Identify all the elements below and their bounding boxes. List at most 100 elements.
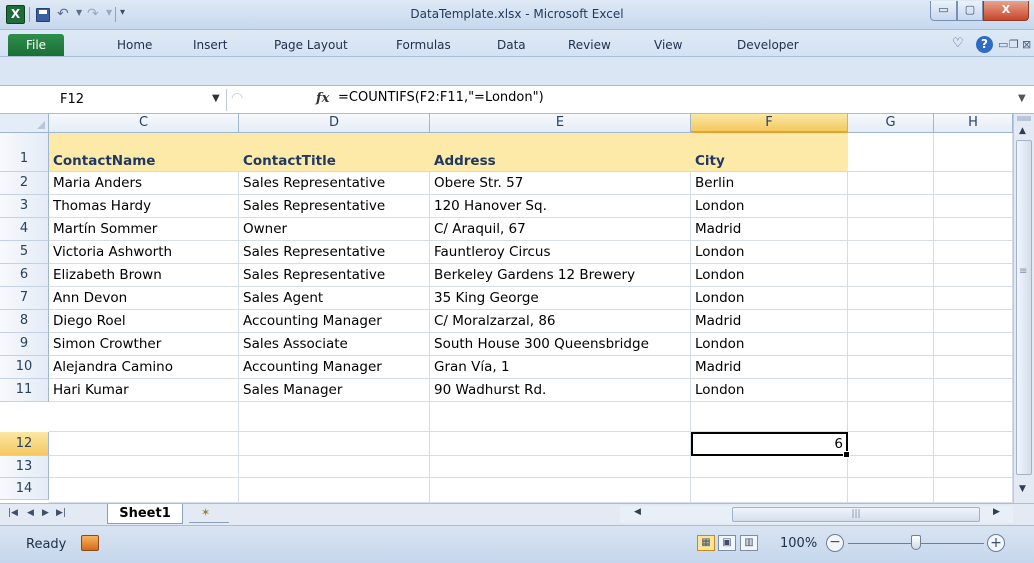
cell-city[interactable]: London xyxy=(691,333,848,356)
worksheet-grid[interactable]: C D E F G H 1 2 3 4 5 6 7 8 9 10 11 12 1… xyxy=(0,114,1034,503)
row-header[interactable]: 11 xyxy=(0,379,49,402)
cell-contact-title[interactable]: Sales Representative xyxy=(239,195,430,218)
cell[interactable] xyxy=(934,356,1013,379)
first-sheet-icon[interactable]: |◀ xyxy=(8,508,18,518)
row-header[interactable]: 3 xyxy=(0,195,49,218)
next-sheet-icon[interactable]: ▶ xyxy=(42,508,49,518)
header-cell-city[interactable]: City xyxy=(691,133,848,172)
row-header[interactable]: 5 xyxy=(0,241,49,264)
horizontal-scrollbar[interactable]: ◀ ||| ▶ xyxy=(620,506,1013,523)
vertical-scrollbar[interactable]: ▲ ≡ ▼ xyxy=(1013,114,1034,503)
cell-contact-name[interactable]: Simon Crowther xyxy=(49,333,239,356)
workbook-close-icon[interactable]: ⊠ xyxy=(1022,38,1031,51)
close-button[interactable]: X xyxy=(983,1,1029,21)
page-layout-view-button[interactable]: ▣ xyxy=(718,535,736,551)
row-header[interactable]: 4 xyxy=(0,218,49,241)
cell[interactable] xyxy=(934,287,1013,310)
cell[interactable] xyxy=(848,432,934,456)
cell-city[interactable]: London xyxy=(691,241,848,264)
row-header[interactable]: 14 xyxy=(0,478,49,500)
tab-data[interactable]: Data xyxy=(497,38,526,52)
cell-contact-title[interactable]: Sales Representative xyxy=(239,241,430,264)
row-header[interactable]: 8 xyxy=(0,310,49,333)
minimize-ribbon-icon[interactable]: ♡ xyxy=(952,36,964,51)
scroll-right-icon[interactable]: ▶ xyxy=(993,507,1000,517)
cell-address[interactable]: Berkeley Gardens 12 Brewery xyxy=(430,264,691,287)
cell-city[interactable]: Madrid xyxy=(691,356,848,379)
cell[interactable] xyxy=(848,478,934,503)
name-box[interactable]: F12 ▼ xyxy=(0,89,227,111)
insert-function-icon[interactable]: fx xyxy=(316,91,329,106)
file-tab[interactable]: File xyxy=(8,34,64,56)
cell[interactable] xyxy=(430,456,691,478)
header-cell-contact-title[interactable]: ContactTitle xyxy=(239,133,430,172)
cell[interactable] xyxy=(239,478,430,503)
scroll-down-icon[interactable]: ▼ xyxy=(1019,484,1026,494)
tab-review[interactable]: Review xyxy=(568,38,611,52)
cell-contact-title[interactable]: Sales Representative xyxy=(239,264,430,287)
cell[interactable] xyxy=(934,264,1013,287)
tab-home[interactable]: Home xyxy=(117,38,152,52)
header-cell-address[interactable]: Address xyxy=(430,133,691,172)
formula-input[interactable]: =COUNTIFS(F2:F11,"=London") xyxy=(338,90,544,105)
tab-developer[interactable]: Developer xyxy=(737,38,799,52)
cell-address[interactable]: C/ Moralzarzal, 86 xyxy=(430,310,691,333)
cell[interactable] xyxy=(934,310,1013,333)
cell-address[interactable]: C/ Araquil, 67 xyxy=(430,218,691,241)
maximize-button[interactable]: ▢ xyxy=(957,1,983,21)
column-header-e[interactable]: E xyxy=(430,114,691,133)
row-header[interactable]: 2 xyxy=(0,172,49,195)
column-header-d[interactable]: D xyxy=(239,114,430,133)
cell-contact-title[interactable]: Sales Manager xyxy=(239,379,430,402)
cell[interactable] xyxy=(239,432,430,456)
zoom-in-button[interactable]: + xyxy=(987,534,1005,552)
row-header-selected[interactable]: 12 xyxy=(0,432,49,456)
active-cell-selection[interactable] xyxy=(691,432,850,458)
column-header-h[interactable]: H xyxy=(934,114,1013,133)
sheet-tab-sheet1[interactable]: Sheet1 xyxy=(107,504,183,524)
cell[interactable] xyxy=(49,456,239,478)
scroll-up-icon[interactable]: ▲ xyxy=(1019,126,1026,136)
zoom-slider-thumb[interactable] xyxy=(911,535,921,550)
cell[interactable] xyxy=(848,379,934,402)
cell-city[interactable]: Madrid xyxy=(691,310,848,333)
name-box-dropdown-icon[interactable]: ▼ xyxy=(212,93,220,104)
cell[interactable] xyxy=(848,195,934,218)
cell[interactable] xyxy=(430,402,691,432)
row-header[interactable]: 7 xyxy=(0,287,49,310)
cell[interactable] xyxy=(848,356,934,379)
cell[interactable] xyxy=(848,287,934,310)
cell[interactable] xyxy=(430,478,691,503)
scroll-left-icon[interactable]: ◀ xyxy=(634,507,641,517)
cell-address[interactable]: South House 300 Queensbridge xyxy=(430,333,691,356)
cell-contact-name[interactable]: Thomas Hardy xyxy=(49,195,239,218)
prev-sheet-icon[interactable]: ◀ xyxy=(27,508,34,518)
cell-contact-name[interactable]: Victoria Ashworth xyxy=(49,241,239,264)
cell[interactable] xyxy=(239,456,430,478)
record-macro-icon[interactable] xyxy=(81,535,99,551)
column-header-f[interactable]: F xyxy=(691,114,848,133)
cell-city[interactable]: London xyxy=(691,287,848,310)
split-handle[interactable] xyxy=(1017,116,1031,121)
vertical-scroll-thumb[interactable] xyxy=(1016,140,1032,475)
normal-view-button[interactable]: ▦ xyxy=(697,535,715,551)
cell[interactable] xyxy=(848,264,934,287)
insert-worksheet-icon[interactable]: ✶ xyxy=(189,506,229,523)
cell-contact-name[interactable]: Alejandra Camino xyxy=(49,356,239,379)
cell-contact-title[interactable]: Sales Representative xyxy=(239,172,430,195)
cell-address[interactable]: Fauntleroy Circus xyxy=(430,241,691,264)
cell-contact-name[interactable]: Elizabeth Brown xyxy=(49,264,239,287)
minimize-button[interactable]: ▭ xyxy=(930,1,957,21)
cell[interactable] xyxy=(934,379,1013,402)
cell-contact-name[interactable]: Ann Devon xyxy=(49,287,239,310)
cell-contact-title[interactable]: Owner xyxy=(239,218,430,241)
cell[interactable] xyxy=(848,402,934,432)
cell-address[interactable]: Obere Str. 57 xyxy=(430,172,691,195)
workbook-restore-icon[interactable]: ❐ xyxy=(1009,38,1019,51)
cell[interactable] xyxy=(848,310,934,333)
row-header[interactable]: 9 xyxy=(0,333,49,356)
cell[interactable] xyxy=(934,241,1013,264)
tab-view[interactable]: View xyxy=(654,38,682,52)
cell[interactable] xyxy=(848,241,934,264)
cell-contact-name[interactable]: Martín Sommer xyxy=(49,218,239,241)
